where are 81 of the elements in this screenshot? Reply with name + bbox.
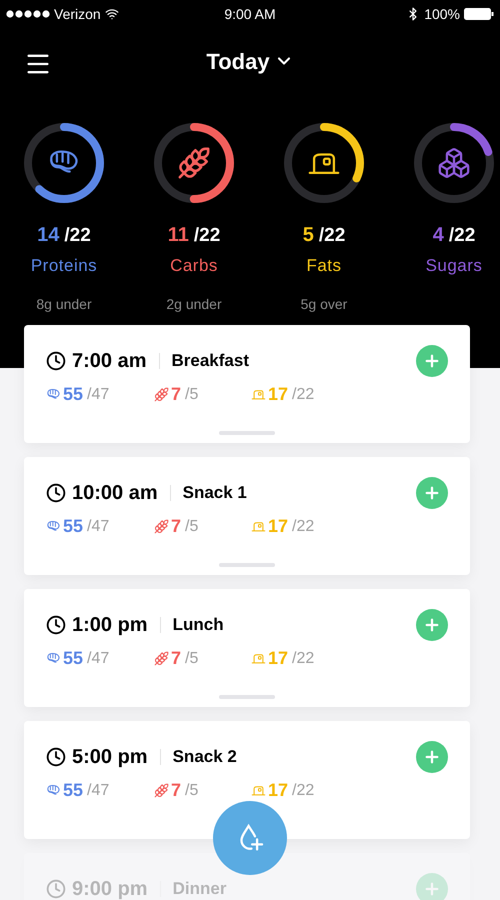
macro-value: 11 <box>168 223 189 248</box>
macro-value: 4 <box>432 223 444 248</box>
macro-target: /22 <box>318 224 346 248</box>
meal-card[interactable]: 5:00 pm Snack 2 55 /47 7 /5 17 /22 <box>24 721 470 839</box>
macro-note: 8g under <box>36 295 92 314</box>
plus-icon <box>423 352 441 370</box>
add-food-button[interactable] <box>416 477 448 509</box>
clock-icon <box>46 747 66 767</box>
stat-value: 55 <box>63 647 84 670</box>
meal-time: 9:00 pm <box>72 877 148 900</box>
stat-value: 7 <box>171 647 182 670</box>
stat-value: 55 <box>63 383 84 406</box>
stat-value: 17 <box>268 383 288 406</box>
stat-value: 17 <box>268 647 288 670</box>
stat-value: 7 <box>171 515 182 538</box>
stat-value: 55 <box>63 779 84 802</box>
carrier-name: Verizon <box>54 4 101 24</box>
stat-value: 7 <box>171 779 182 802</box>
plus-icon <box>423 748 441 766</box>
stat-value: 17 <box>268 779 288 802</box>
macro-label: Sugars <box>426 254 482 276</box>
meal-time: 7:00 am <box>72 349 146 374</box>
stat-value: 7 <box>171 383 182 406</box>
battery-icon <box>464 8 494 20</box>
clock-icon <box>46 879 66 899</box>
stat-target: /5 <box>185 516 198 536</box>
meal-time: 10:00 am <box>72 481 158 506</box>
macro-label: Proteins <box>30 254 98 276</box>
meal-name: Dinner <box>172 878 226 900</box>
stat-target: /47 <box>87 516 110 536</box>
stat-target: /22 <box>292 780 314 800</box>
meal-name: Snack 2 <box>172 746 237 768</box>
meal-name: Breakfast <box>172 350 249 372</box>
plus-icon <box>423 880 441 898</box>
macro-label: Carbs <box>170 254 218 276</box>
stat-target: /5 <box>185 648 198 668</box>
stat-target: /22 <box>292 516 314 536</box>
stat-target: /47 <box>87 384 110 404</box>
plus-icon <box>423 484 441 502</box>
stat-target: /5 <box>185 780 198 800</box>
meal-card[interactable]: 7:00 am Breakfast 55 /47 7 /5 17 /22 <box>24 325 470 443</box>
wheat-icon <box>154 519 169 534</box>
date-dropdown[interactable]: Today <box>206 44 294 78</box>
macro-target: /22 <box>448 224 476 248</box>
wheat-icon <box>177 146 211 180</box>
stat-target: /47 <box>87 648 110 668</box>
meal-card[interactable]: 10:00 am Snack 1 55 /47 7 /5 17 /22 <box>24 457 470 575</box>
add-food-button[interactable] <box>416 873 448 900</box>
meal-time: 1:00 pm <box>72 613 148 638</box>
stat-value: 17 <box>268 515 288 538</box>
wifi-icon <box>104 7 119 21</box>
stat-target: /5 <box>185 384 198 404</box>
signal-icon <box>6 10 50 18</box>
clock-icon <box>46 483 66 503</box>
clock-icon <box>46 351 66 371</box>
meal-name: Lunch <box>172 614 224 636</box>
macro-target: /22 <box>64 224 91 248</box>
meal-name: Snack 1 <box>182 482 247 504</box>
add-food-button[interactable] <box>416 345 448 377</box>
macro-note: 2g under <box>166 295 222 314</box>
wheat-icon <box>154 783 169 798</box>
battery-percent: 100% <box>424 4 460 24</box>
macro-value: 14 <box>37 223 60 248</box>
stat-target: /47 <box>87 780 110 800</box>
macro-target: /22 <box>194 224 220 248</box>
plus-icon <box>423 616 441 634</box>
wheat-icon <box>154 387 169 402</box>
stat-value: 55 <box>63 515 84 538</box>
cubes-icon <box>437 146 471 180</box>
add-food-button[interactable] <box>416 609 448 641</box>
meal-card[interactable]: 1:00 pm Lunch 55 /47 7 /5 17 /22 <box>24 589 470 707</box>
macro-note: 5g over <box>300 295 348 314</box>
add-food-button[interactable] <box>416 741 448 773</box>
wheat-icon <box>154 651 169 666</box>
clock-icon <box>46 615 66 635</box>
macro-label: Fats <box>306 254 342 276</box>
stat-target: /22 <box>292 384 314 404</box>
meal-time: 5:00 pm <box>72 745 148 770</box>
macro-value: 5 <box>302 223 314 248</box>
stat-target: /22 <box>292 648 314 668</box>
status-time: 9:00 AM <box>224 4 276 24</box>
